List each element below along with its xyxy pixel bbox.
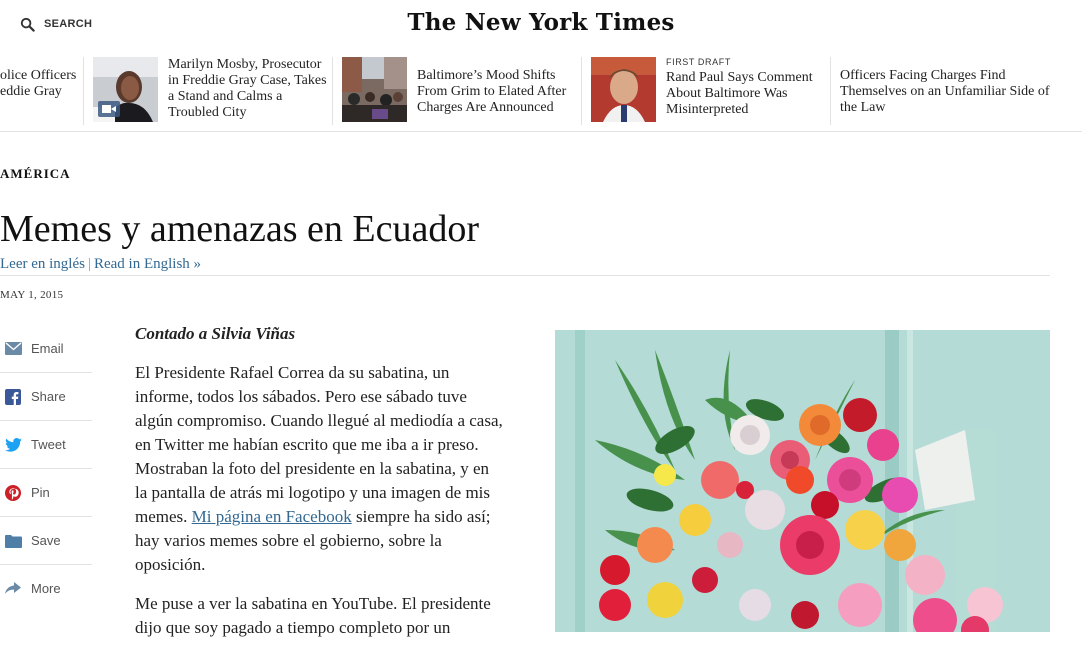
pinterest-share-button[interactable]: Pin — [0, 469, 92, 517]
article-headline: Memes y amenazas en Ecuador — [0, 208, 480, 250]
facebook-icon — [4, 388, 22, 406]
ribbon-story-text: FIRST DRAFT Rand Paul Says Comment About… — [666, 57, 828, 118]
ribbon-divider — [581, 57, 582, 125]
ribbon-story-title: Marilyn Mosby, Prosecutor in Freddie Gra… — [168, 57, 327, 120]
video-icon — [98, 101, 120, 117]
ribbon-story-kicker: FIRST DRAFT — [666, 57, 731, 67]
language-links: Leer en inglés | Read in English » — [0, 256, 201, 273]
section-label[interactable]: AMÉRICA — [0, 166, 71, 182]
ribbon-story-title: Rand Paul Says Comment About Baltimore W… — [666, 70, 813, 117]
nyt-logo[interactable]: The New York Times — [0, 9, 1082, 36]
article-paragraph: Me puse a ver la sabatina en YouTube. El… — [135, 594, 491, 637]
story-thumbnail — [93, 57, 158, 122]
share-label-twitter: Tweet — [31, 437, 66, 452]
ribbon-divider — [83, 57, 84, 125]
flower-bouquet-illustration — [555, 330, 1050, 632]
story-thumbnail — [591, 57, 656, 122]
twitter-icon — [4, 436, 22, 454]
email-share-button[interactable]: Email — [0, 325, 92, 373]
more-share-options-button[interactable]: More — [0, 565, 92, 612]
twitter-share-button[interactable]: Tweet — [0, 421, 92, 469]
article-body: Contado a Silvia Viñas El Presidente Raf… — [135, 322, 505, 655]
ribbon-story-2[interactable]: Marilyn Mosby, Prosecutor in Freddie Gra… — [93, 57, 333, 125]
pinterest-icon — [4, 484, 22, 502]
ribbon-divider — [830, 57, 831, 125]
share-label-more: More — [31, 581, 61, 596]
email-icon — [4, 340, 22, 358]
share-label-facebook: Share — [31, 389, 66, 404]
ribbon-divider — [332, 57, 333, 125]
save-article-button[interactable]: Save — [0, 517, 92, 565]
save-icon — [4, 532, 22, 550]
share-label-save: Save — [31, 533, 61, 548]
story-thumbnail — [342, 57, 407, 122]
ribbon-story-3[interactable]: Baltimore’s Mood Shifts From Grim to Ela… — [342, 57, 582, 125]
facebook-page-link[interactable]: Mi página en Facebook — [192, 507, 352, 526]
ribbon-story-title: Officers Facing Charges Find Themselves … — [840, 68, 1050, 115]
header-divider — [0, 275, 1050, 276]
ribbon-story-title: olice Officers eddie Gray — [0, 68, 77, 99]
story-ribbon: olice Officers eddie Gray Marilyn Mosby,… — [0, 48, 1082, 132]
ribbon-story-1[interactable]: olice Officers eddie Gray — [0, 57, 84, 125]
read-in-spanish-link[interactable]: Leer en inglés — [0, 256, 85, 272]
paragraph-text: El Presidente Rafael Correa da su sabati… — [135, 363, 503, 526]
article-date: MAY 1, 2015 — [0, 289, 64, 301]
facebook-share-button[interactable]: Share — [0, 373, 92, 421]
article-paragraph: El Presidente Rafael Correa da su sabati… — [135, 361, 505, 577]
share-arrow-icon — [4, 580, 22, 598]
ribbon-story-4[interactable]: FIRST DRAFT Rand Paul Says Comment About… — [591, 57, 831, 125]
ribbon-story-title: Baltimore’s Mood Shifts From Grim to Ela… — [417, 68, 567, 115]
article-byline: Contado a Silvia Viñas — [135, 324, 296, 343]
language-separator: | — [87, 256, 91, 272]
masthead: SEARCH The New York Times — [0, 0, 1082, 49]
share-label-pinterest: Pin — [31, 485, 50, 500]
read-in-english-link[interactable]: Read in English » — [94, 256, 201, 272]
ribbon-story-5[interactable]: Officers Facing Charges Find Themselves … — [840, 57, 1082, 125]
share-label-email: Email — [31, 341, 64, 356]
share-tools: Email Share Tweet Pin Save More — [0, 325, 92, 612]
